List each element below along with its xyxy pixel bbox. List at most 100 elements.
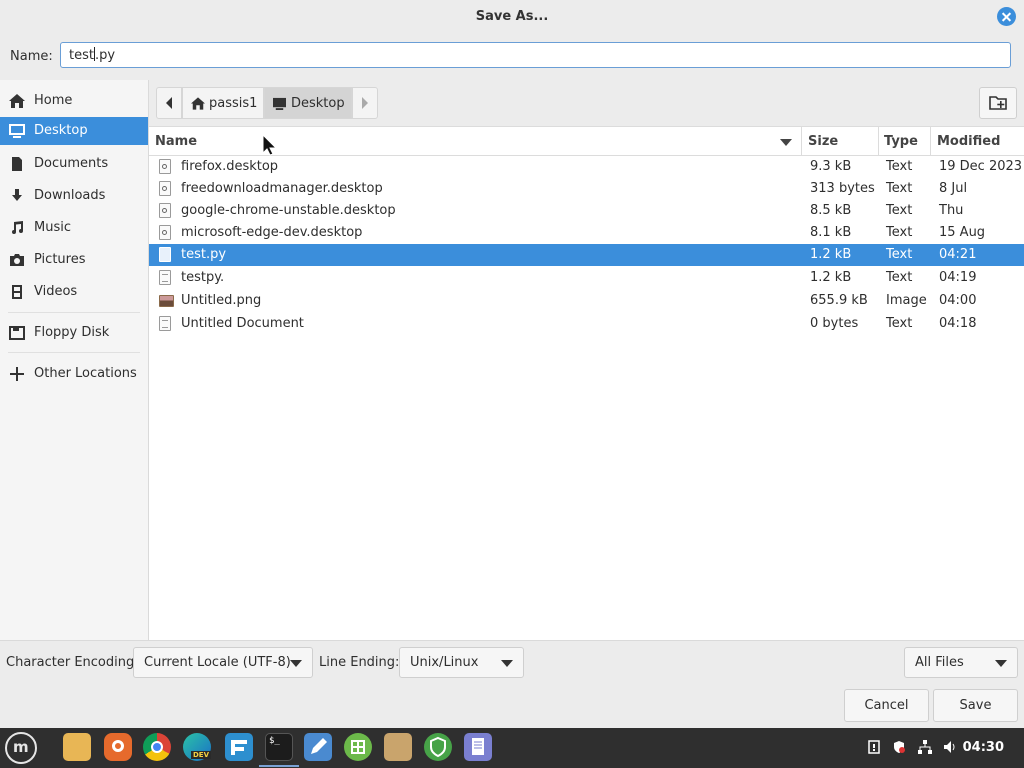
edge-dev-icon[interactable]: DEV xyxy=(183,733,212,761)
text-file-icon xyxy=(159,270,171,285)
file-row[interactable]: firefox.desktop 9.3 kB Text 19 Dec 2023 xyxy=(149,156,1024,178)
file-name: testpy. xyxy=(181,270,225,285)
name-row: Name: test.py xyxy=(0,34,1024,80)
active-indicator xyxy=(259,765,299,767)
name-label: Name: xyxy=(10,49,53,64)
update-manager-icon[interactable] xyxy=(867,740,881,754)
sidebar-item-label: Home xyxy=(34,93,73,108)
column-divider xyxy=(930,127,931,156)
file-row[interactable]: testpy. 1.2 kB Text 04:19 xyxy=(149,267,1024,289)
crumb-label: passis1 xyxy=(209,96,258,111)
terminal-glyph: $_ xyxy=(269,736,280,746)
column-divider xyxy=(878,127,879,156)
sidebar-item-documents[interactable]: Documents xyxy=(0,150,148,178)
file-name: google-chrome-unstable.desktop xyxy=(181,203,396,218)
column-header-modified[interactable]: Modified xyxy=(937,134,1000,149)
desktop-icon xyxy=(273,97,286,110)
sidebar-item-pictures[interactable]: Pictures xyxy=(0,246,148,274)
sidebar-item-other-locations[interactable]: Other Locations xyxy=(0,360,148,388)
file-name: test.py xyxy=(181,247,227,262)
path-back-button[interactable] xyxy=(156,87,182,119)
chevron-left-icon xyxy=(166,97,172,109)
network-icon[interactable] xyxy=(918,740,932,754)
sidebar-item-label: Floppy Disk xyxy=(34,325,110,340)
file-name: freedownloadmanager.desktop xyxy=(181,181,383,196)
firefox-icon[interactable] xyxy=(104,733,132,761)
file-type: Image xyxy=(886,293,927,308)
sidebar-item-home[interactable]: Home xyxy=(0,87,148,115)
desktop-file-icon xyxy=(159,181,171,196)
crumb-label: Desktop xyxy=(291,96,345,111)
column-header-size[interactable]: Size xyxy=(808,134,838,149)
sidebar-item-videos[interactable]: Videos xyxy=(0,278,148,306)
videos-icon xyxy=(12,285,22,299)
file-size: 8.5 kB xyxy=(810,203,852,218)
file-type: Text xyxy=(886,159,913,174)
file-size: 655.9 kB xyxy=(810,293,868,308)
sidebar-item-floppy-disk[interactable]: Floppy Disk xyxy=(0,319,148,347)
cancel-button[interactable]: Cancel xyxy=(844,689,929,722)
downloads-icon xyxy=(12,189,22,201)
column-header-type[interactable]: Type xyxy=(884,134,918,149)
mint-menu-icon[interactable]: m xyxy=(5,732,37,764)
chevron-right-icon xyxy=(362,97,368,109)
music-icon xyxy=(12,221,23,234)
file-name: microsoft-edge-dev.desktop xyxy=(181,225,363,240)
crumb-desktop[interactable]: Desktop xyxy=(264,87,352,119)
taskbar: m DEV $_ 04:30 xyxy=(0,728,1024,768)
file-row[interactable]: Untitled Document 0 bytes Text 04:18 xyxy=(149,313,1024,335)
spreadsheet-icon[interactable] xyxy=(344,733,372,761)
clock[interactable]: 04:30 xyxy=(963,740,1004,755)
file-type: Text xyxy=(886,225,913,240)
chevron-down-icon xyxy=(501,660,513,667)
file-row[interactable]: freedownloadmanager.desktop 313 bytes Te… xyxy=(149,178,1024,200)
file-row-selected[interactable]: test.py 1.2 kB Text 04:21 xyxy=(149,244,1024,266)
file-size: 9.3 kB xyxy=(810,159,852,174)
line-ending-select[interactable]: Unix/Linux xyxy=(399,647,524,678)
home-icon xyxy=(9,94,25,108)
download-manager-icon[interactable] xyxy=(225,733,253,761)
sidebar-item-desktop[interactable]: Desktop xyxy=(0,117,148,145)
crumb-passis1[interactable]: passis1 xyxy=(182,87,264,119)
places-sidebar: Home Desktop Documents Downloads Music P… xyxy=(0,80,149,640)
file-modified: 04:19 xyxy=(939,270,977,285)
path-forward-button[interactable] xyxy=(352,87,378,119)
line-ending-label: Line Ending: xyxy=(319,655,400,670)
file-size: 1.2 kB xyxy=(810,270,852,285)
file-modified: 04:21 xyxy=(939,247,977,262)
file-manager-icon[interactable] xyxy=(384,733,412,761)
close-icon[interactable] xyxy=(997,7,1016,26)
sidebar-item-label: Downloads xyxy=(34,188,106,203)
file-row[interactable]: Untitled.png 655.9 kB Image 04:00 xyxy=(149,290,1024,312)
text-editor-icon[interactable] xyxy=(304,733,332,761)
chrome-icon[interactable] xyxy=(143,733,171,761)
new-folder-button[interactable] xyxy=(979,87,1017,119)
image-file-icon xyxy=(159,295,174,307)
title-bar: Save As... xyxy=(0,0,1024,34)
mouse-pointer-icon xyxy=(262,134,278,156)
file-row[interactable]: microsoft-edge-dev.desktop 8.1 kB Text 1… xyxy=(149,222,1024,244)
chevron-down-icon xyxy=(995,660,1007,667)
sidebar-separator xyxy=(8,352,140,353)
sidebar-item-downloads[interactable]: Downloads xyxy=(0,182,148,210)
file-size: 1.2 kB xyxy=(810,247,852,262)
file-type: Text xyxy=(886,270,913,285)
file-filter-select[interactable]: All Files xyxy=(904,647,1018,678)
sidebar-separator xyxy=(8,312,140,313)
terminal-icon[interactable]: $_ xyxy=(265,733,293,761)
encoding-select[interactable]: Current Locale (UTF-8) xyxy=(133,647,313,678)
document-viewer-icon[interactable] xyxy=(464,733,492,761)
file-filter-value: All Files xyxy=(915,655,964,670)
sidebar-item-music[interactable]: Music xyxy=(0,214,148,242)
save-button[interactable]: Save xyxy=(933,689,1018,722)
files-icon[interactable] xyxy=(63,733,91,761)
column-header-name[interactable]: Name xyxy=(155,134,197,149)
security-shield-icon[interactable] xyxy=(892,740,906,754)
filename-input[interactable]: test.py xyxy=(60,42,1011,68)
encoding-value: Current Locale (UTF-8) xyxy=(144,655,291,670)
shield-icon[interactable] xyxy=(424,733,452,761)
desktop-file-icon xyxy=(159,225,171,240)
volume-icon[interactable] xyxy=(943,740,957,754)
file-row[interactable]: google-chrome-unstable.desktop 8.5 kB Te… xyxy=(149,200,1024,222)
file-modified: 19 Dec 2023 xyxy=(939,159,1023,174)
